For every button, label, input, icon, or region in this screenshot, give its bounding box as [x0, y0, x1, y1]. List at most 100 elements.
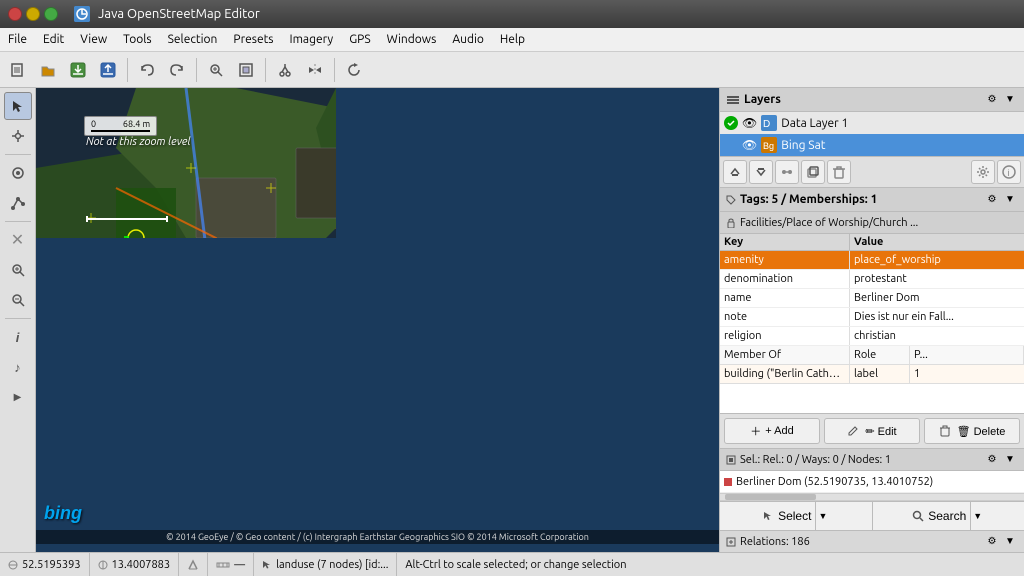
- map-area[interactable]: P P P Not at this zoom level 0 68.4 m bi…: [36, 88, 719, 552]
- tag-row-note[interactable]: note Dies ist nur ein Fall...: [720, 308, 1024, 327]
- layers-collapse-button[interactable]: ▼: [1002, 92, 1018, 108]
- delete-button[interactable]: ✕: [4, 226, 32, 254]
- menu-help[interactable]: Help: [492, 28, 533, 51]
- layer-up-button[interactable]: [723, 160, 747, 184]
- tag-row-denomination[interactable]: denomination protestant: [720, 270, 1024, 289]
- tag-row-religion[interactable]: religion christian: [720, 327, 1024, 346]
- sb-lon-icon: [98, 560, 108, 570]
- undo-button[interactable]: [133, 56, 161, 84]
- rel-settings-button[interactable]: ⚙: [984, 534, 1000, 550]
- lt-sep2: [5, 221, 31, 222]
- map-svg: P P P: [36, 88, 336, 238]
- tag-key-denomination: denomination: [720, 270, 850, 288]
- zoom-button[interactable]: [202, 56, 230, 84]
- lat-value: 52.5195393: [22, 559, 81, 571]
- tag-val-denomination: protestant: [850, 270, 1024, 288]
- statusbar: 52.5195393 13.4007883 — landuse (7 nodes…: [0, 552, 1024, 576]
- tags-collapse-button[interactable]: ▼: [1002, 192, 1018, 208]
- menu-file[interactable]: File: [0, 28, 35, 51]
- info-button[interactable]: i: [4, 323, 32, 351]
- building-key-cell: building ("Berlin Cathedral", ...: [720, 365, 850, 383]
- open-button[interactable]: [34, 56, 62, 84]
- maximize-button[interactable]: [44, 7, 58, 21]
- menu-audio[interactable]: Audio: [444, 28, 492, 51]
- menubar: File Edit View Tools Selection Presets I…: [0, 28, 1024, 52]
- cut-button[interactable]: [271, 56, 299, 84]
- zoom-notice: Not at this zoom level: [86, 136, 191, 148]
- layer-2-label: Bing Sat: [781, 139, 825, 152]
- audio-button[interactable]: ♪: [4, 353, 32, 381]
- tags-settings-button[interactable]: ⚙: [984, 192, 1000, 208]
- mirror-button[interactable]: [301, 56, 329, 84]
- lon-value: 13.4007883: [112, 559, 171, 571]
- menu-presets[interactable]: Presets: [225, 28, 281, 51]
- sel-scrollbar[interactable]: [720, 493, 1024, 501]
- key-column-header: Key: [720, 234, 850, 250]
- upload-button[interactable]: [94, 56, 122, 84]
- select-icon: [762, 510, 774, 522]
- layer-eye-2: 👁: [742, 138, 757, 152]
- zoom-extent-button[interactable]: [232, 56, 260, 84]
- more-button[interactable]: ▶: [4, 383, 32, 411]
- tag-row-name[interactable]: name Berliner Dom: [720, 289, 1024, 308]
- selection-header: Sel.: Rel.: 0 / Ways: 0 / Nodes: 1 ⚙ ▼: [720, 449, 1024, 471]
- layers-controls: ⚙ ▼: [984, 92, 1018, 108]
- layer-bing-sat[interactable]: 👁 Bg Bing Sat: [720, 134, 1024, 156]
- select-dropdown-arrow[interactable]: ▼: [815, 502, 829, 530]
- menu-gps[interactable]: GPS: [341, 28, 378, 51]
- building-row[interactable]: building ("Berlin Cathedral", ... label …: [720, 365, 1024, 384]
- layer-info-button[interactable]: i: [997, 160, 1021, 184]
- sel-item-row[interactable]: Berliner Dom (52.5190735, 13.4010752): [720, 471, 1024, 493]
- layer-merge-button[interactable]: [775, 160, 799, 184]
- tags-count-label: Tags: 5 / Memberships: 1: [740, 193, 877, 206]
- tag-row-amenity[interactable]: amenity place_of_worship: [720, 251, 1024, 270]
- zoom-out-button[interactable]: [4, 286, 32, 314]
- zoom-in-button[interactable]: [4, 256, 32, 284]
- minimize-button[interactable]: [26, 7, 40, 21]
- layer-data-icon: D: [761, 115, 777, 131]
- layer-settings2-button[interactable]: [971, 160, 995, 184]
- download-button[interactable]: [64, 56, 92, 84]
- member-row[interactable]: Member Of Role P...: [720, 346, 1024, 365]
- sb-angle-icon: [187, 559, 199, 571]
- delete-tag-button[interactable]: 🗑 Delete: [924, 418, 1020, 444]
- pan-tool-button[interactable]: [4, 122, 32, 150]
- add-tag-button[interactable]: ＋ + Add: [724, 418, 820, 444]
- relations-label: Relations: 186: [740, 536, 810, 548]
- layer-2-check: [724, 138, 738, 152]
- menu-edit[interactable]: Edit: [35, 28, 72, 51]
- layer-duplicate-button[interactable]: [801, 160, 825, 184]
- sb-lat-icon: [8, 560, 18, 570]
- edit-tag-button[interactable]: ✏ Edit: [824, 418, 920, 444]
- scale-display: —: [234, 559, 245, 571]
- search-button[interactable]: Search ▼: [873, 502, 1024, 530]
- layers-settings-button[interactable]: ⚙: [984, 92, 1000, 108]
- menu-view[interactable]: View: [72, 28, 115, 51]
- menu-windows[interactable]: Windows: [379, 28, 445, 51]
- draw-node-button[interactable]: [4, 159, 32, 187]
- new-layer-button[interactable]: [4, 56, 32, 84]
- rel-collapse-button[interactable]: ▼: [1002, 534, 1018, 550]
- tags-table: Key Value amenity place_of_worship denom…: [720, 234, 1024, 413]
- menu-tools[interactable]: Tools: [115, 28, 160, 51]
- sel-settings-button[interactable]: ⚙: [984, 452, 1000, 468]
- sb-ruler: —: [208, 553, 254, 576]
- layer-down-button[interactable]: [749, 160, 773, 184]
- layer-delete-button[interactable]: [827, 160, 851, 184]
- sel-item-label: Berliner Dom (52.5190735, 13.4010752): [736, 476, 933, 488]
- menu-selection[interactable]: Selection: [160, 28, 226, 51]
- search-dropdown-arrow[interactable]: ▼: [970, 502, 984, 530]
- sel-collapse-button[interactable]: ▼: [1002, 452, 1018, 468]
- close-button[interactable]: [8, 7, 22, 21]
- menu-imagery[interactable]: Imagery: [282, 28, 342, 51]
- refresh-button[interactable]: [340, 56, 368, 84]
- draw-way-button[interactable]: [4, 189, 32, 217]
- search-icon: [912, 510, 924, 522]
- layer-data-layer-1[interactable]: 👁 D Data Layer 1: [720, 112, 1024, 134]
- select-button[interactable]: Select ▼: [720, 502, 873, 530]
- redo-button[interactable]: [163, 56, 191, 84]
- app-icon: [74, 6, 90, 22]
- main-area: ✕ i ♪ ▶: [0, 88, 1024, 552]
- select-tool-button[interactable]: [4, 92, 32, 120]
- tags-controls: ⚙ ▼: [984, 192, 1018, 208]
